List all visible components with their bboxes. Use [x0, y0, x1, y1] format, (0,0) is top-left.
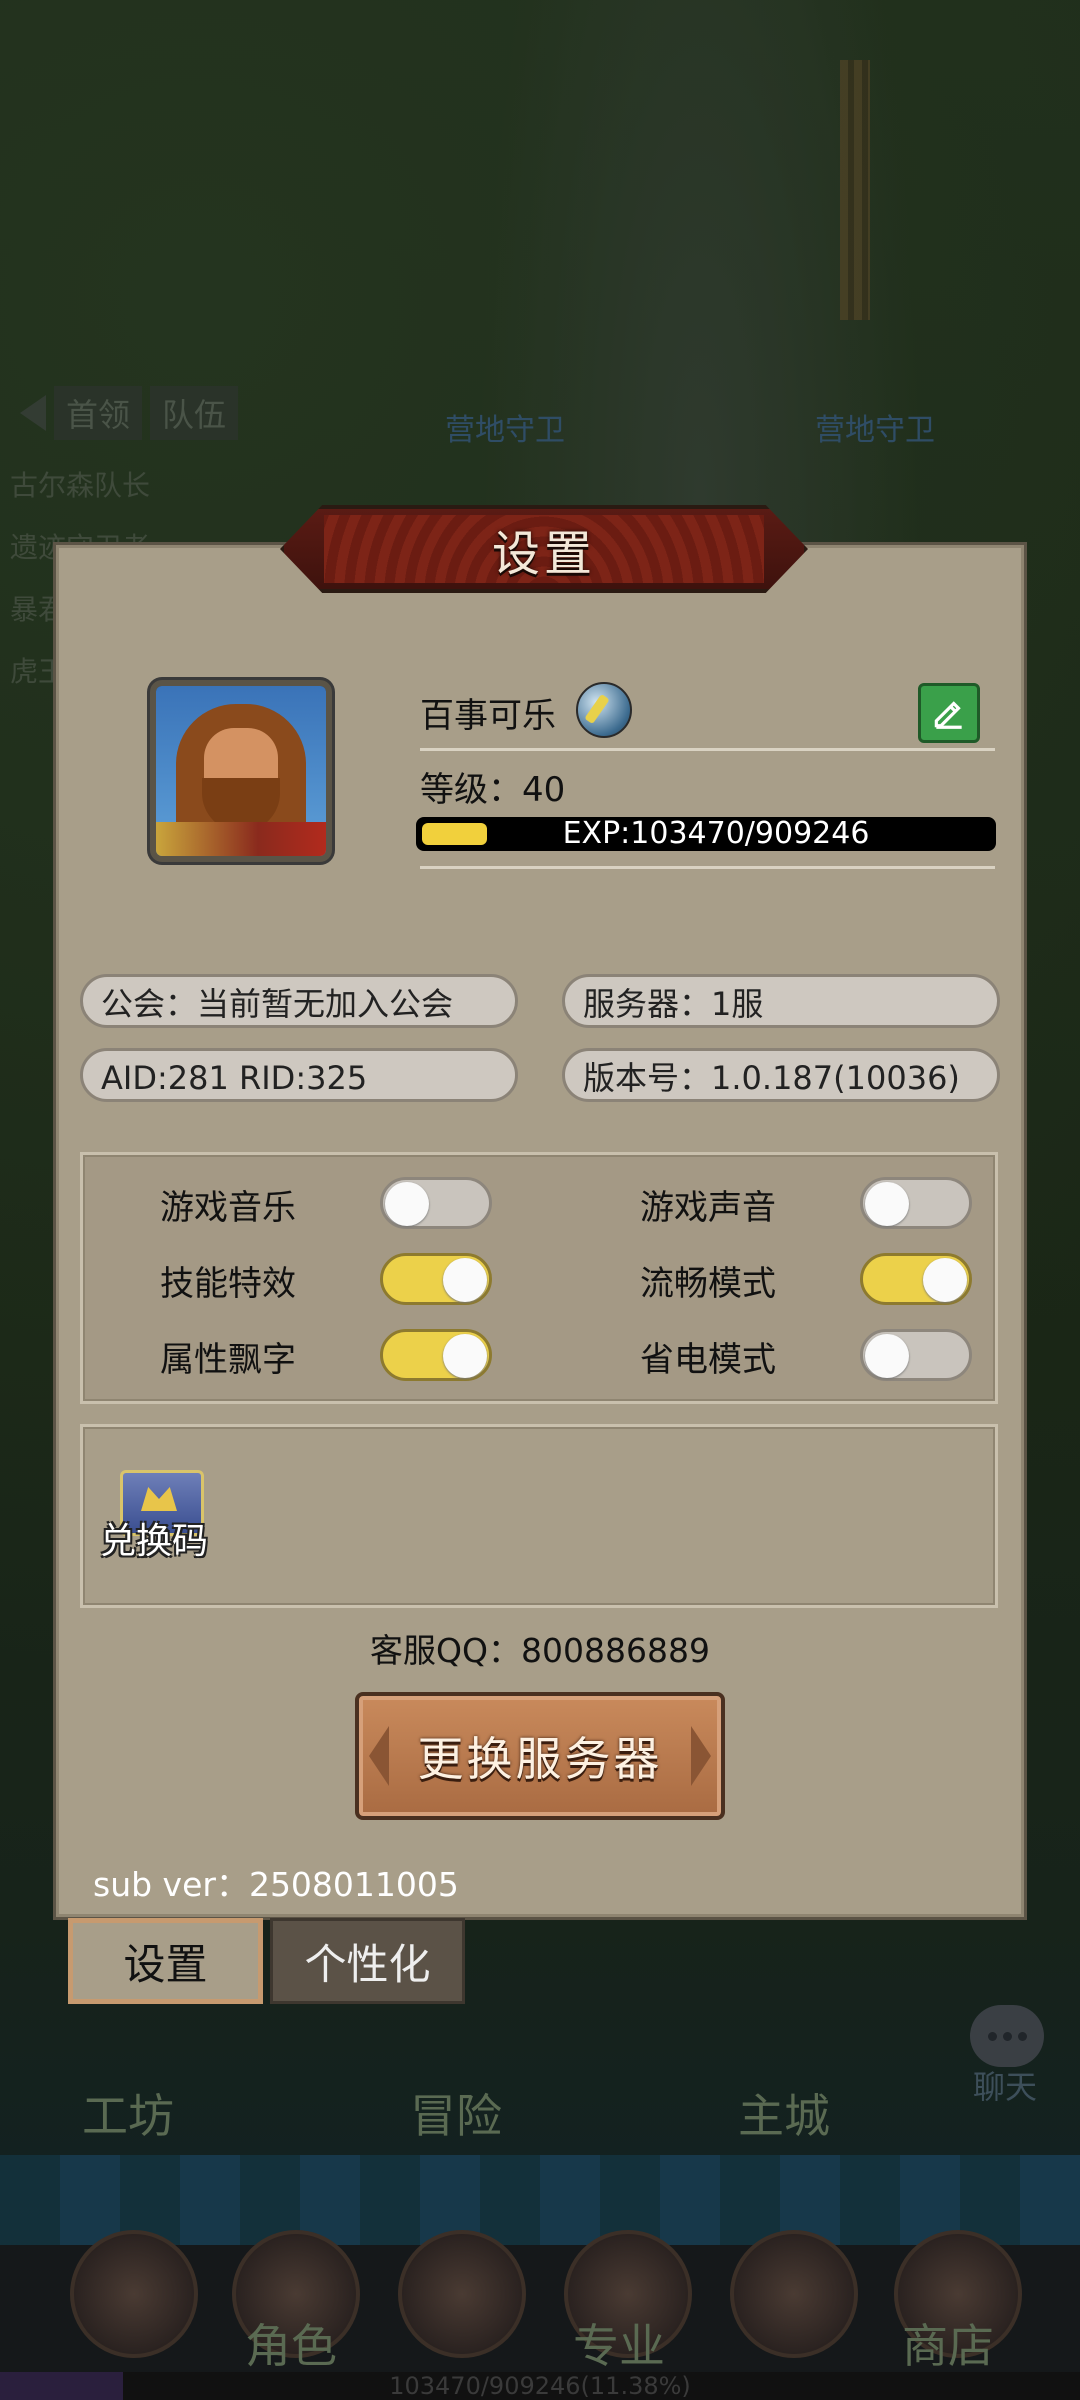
breadcrumb: 首领 队伍 [20, 386, 239, 440]
player-level: 等级：40 [420, 770, 566, 810]
nav-adventure[interactable]: 冒险 [410, 2080, 502, 2146]
river-decoration [0, 2155, 1080, 2245]
setting-label: 流畅模式 [640, 1264, 776, 1304]
tab-label: 设置 [123, 1939, 208, 1989]
chat-icon[interactable] [970, 2005, 1044, 2067]
exp-bar: EXP:103470/909246 [416, 817, 996, 851]
exp-text: EXP:103470/909246 [562, 817, 870, 851]
toggle-floating-text[interactable] [380, 1329, 492, 1381]
change-server-button[interactable]: 更换服务器 [355, 1692, 725, 1820]
change-server-label: 更换服务器 [417, 1732, 663, 1786]
player-name: 百事可乐 [420, 696, 556, 736]
toggle-skill-effects[interactable] [380, 1253, 492, 1305]
guild-info: 公会：当前暂无加入公会 [80, 974, 518, 1028]
breadcrumb-item[interactable]: 首领 [54, 386, 143, 440]
server-info: 服务器：1服 [562, 974, 1000, 1028]
setting-label: 游戏音乐 [160, 1188, 296, 1228]
nav-slot[interactable] [398, 2230, 526, 2358]
setting-label: 技能特效 [160, 1264, 296, 1304]
tab-label: 个性化 [304, 1939, 431, 1989]
bottom-exp-fill [0, 2372, 123, 2400]
sub-version: sub ver：2508011005 [93, 1865, 459, 1904]
nav-profession[interactable]: 专业 [573, 2310, 665, 2376]
setting-label: 属性飘字 [160, 1340, 296, 1380]
edit-name-button[interactable] [918, 683, 980, 743]
bottom-exp-text: 103470/909246(11.38%) [389, 2372, 691, 2400]
bottom-exp-bar: 103470/909246(11.38%) [0, 2372, 1080, 2400]
setting-label: 游戏声音 [640, 1188, 776, 1228]
nav-shop[interactable]: 商店 [902, 2310, 994, 2376]
customer-service-qq: 客服QQ：800886889 [370, 1631, 710, 1670]
nav-slot[interactable] [730, 2230, 858, 2358]
toggle-smooth-mode[interactable] [860, 1253, 972, 1305]
nav-workshop[interactable]: 工坊 [82, 2080, 174, 2146]
toggle-game-sound[interactable] [860, 1177, 972, 1229]
player-avatar[interactable] [150, 680, 332, 862]
fence-decoration [840, 60, 870, 320]
version-info: 版本号：1.0.187(10036) [562, 1048, 1000, 1102]
toggle-game-music[interactable] [380, 1177, 492, 1229]
pencil-icon [934, 701, 962, 729]
enemy-label: 营地守卫 [815, 413, 935, 448]
breadcrumb-item[interactable]: 队伍 [150, 386, 239, 440]
tab-personalize[interactable]: 个性化 [270, 1918, 465, 2004]
nav-main-city[interactable]: 主城 [738, 2080, 830, 2146]
setting-label: 省电模式 [640, 1340, 776, 1380]
list-item[interactable]: 古尔森队长 [10, 455, 150, 517]
nav-slot[interactable] [70, 2230, 198, 2358]
redeem-panel [80, 1424, 998, 1608]
chat-label[interactable]: 聊天 [973, 2062, 1037, 2108]
toggle-power-saving[interactable] [860, 1329, 972, 1381]
nav-character[interactable]: 角色 [245, 2310, 337, 2376]
rank-badge-icon [576, 682, 632, 738]
divider [420, 866, 995, 869]
dialog-title-banner: 设置 [280, 505, 808, 593]
divider [420, 748, 995, 751]
dialog-title: 设置 [491, 526, 596, 582]
back-arrow-icon[interactable] [20, 395, 46, 431]
redeem-code-label[interactable]: 兑换码 [100, 1512, 208, 1564]
enemy-label: 营地守卫 [445, 413, 565, 448]
account-ids: AID:281 RID:325 [80, 1048, 518, 1102]
tab-settings[interactable]: 设置 [68, 1918, 263, 2004]
